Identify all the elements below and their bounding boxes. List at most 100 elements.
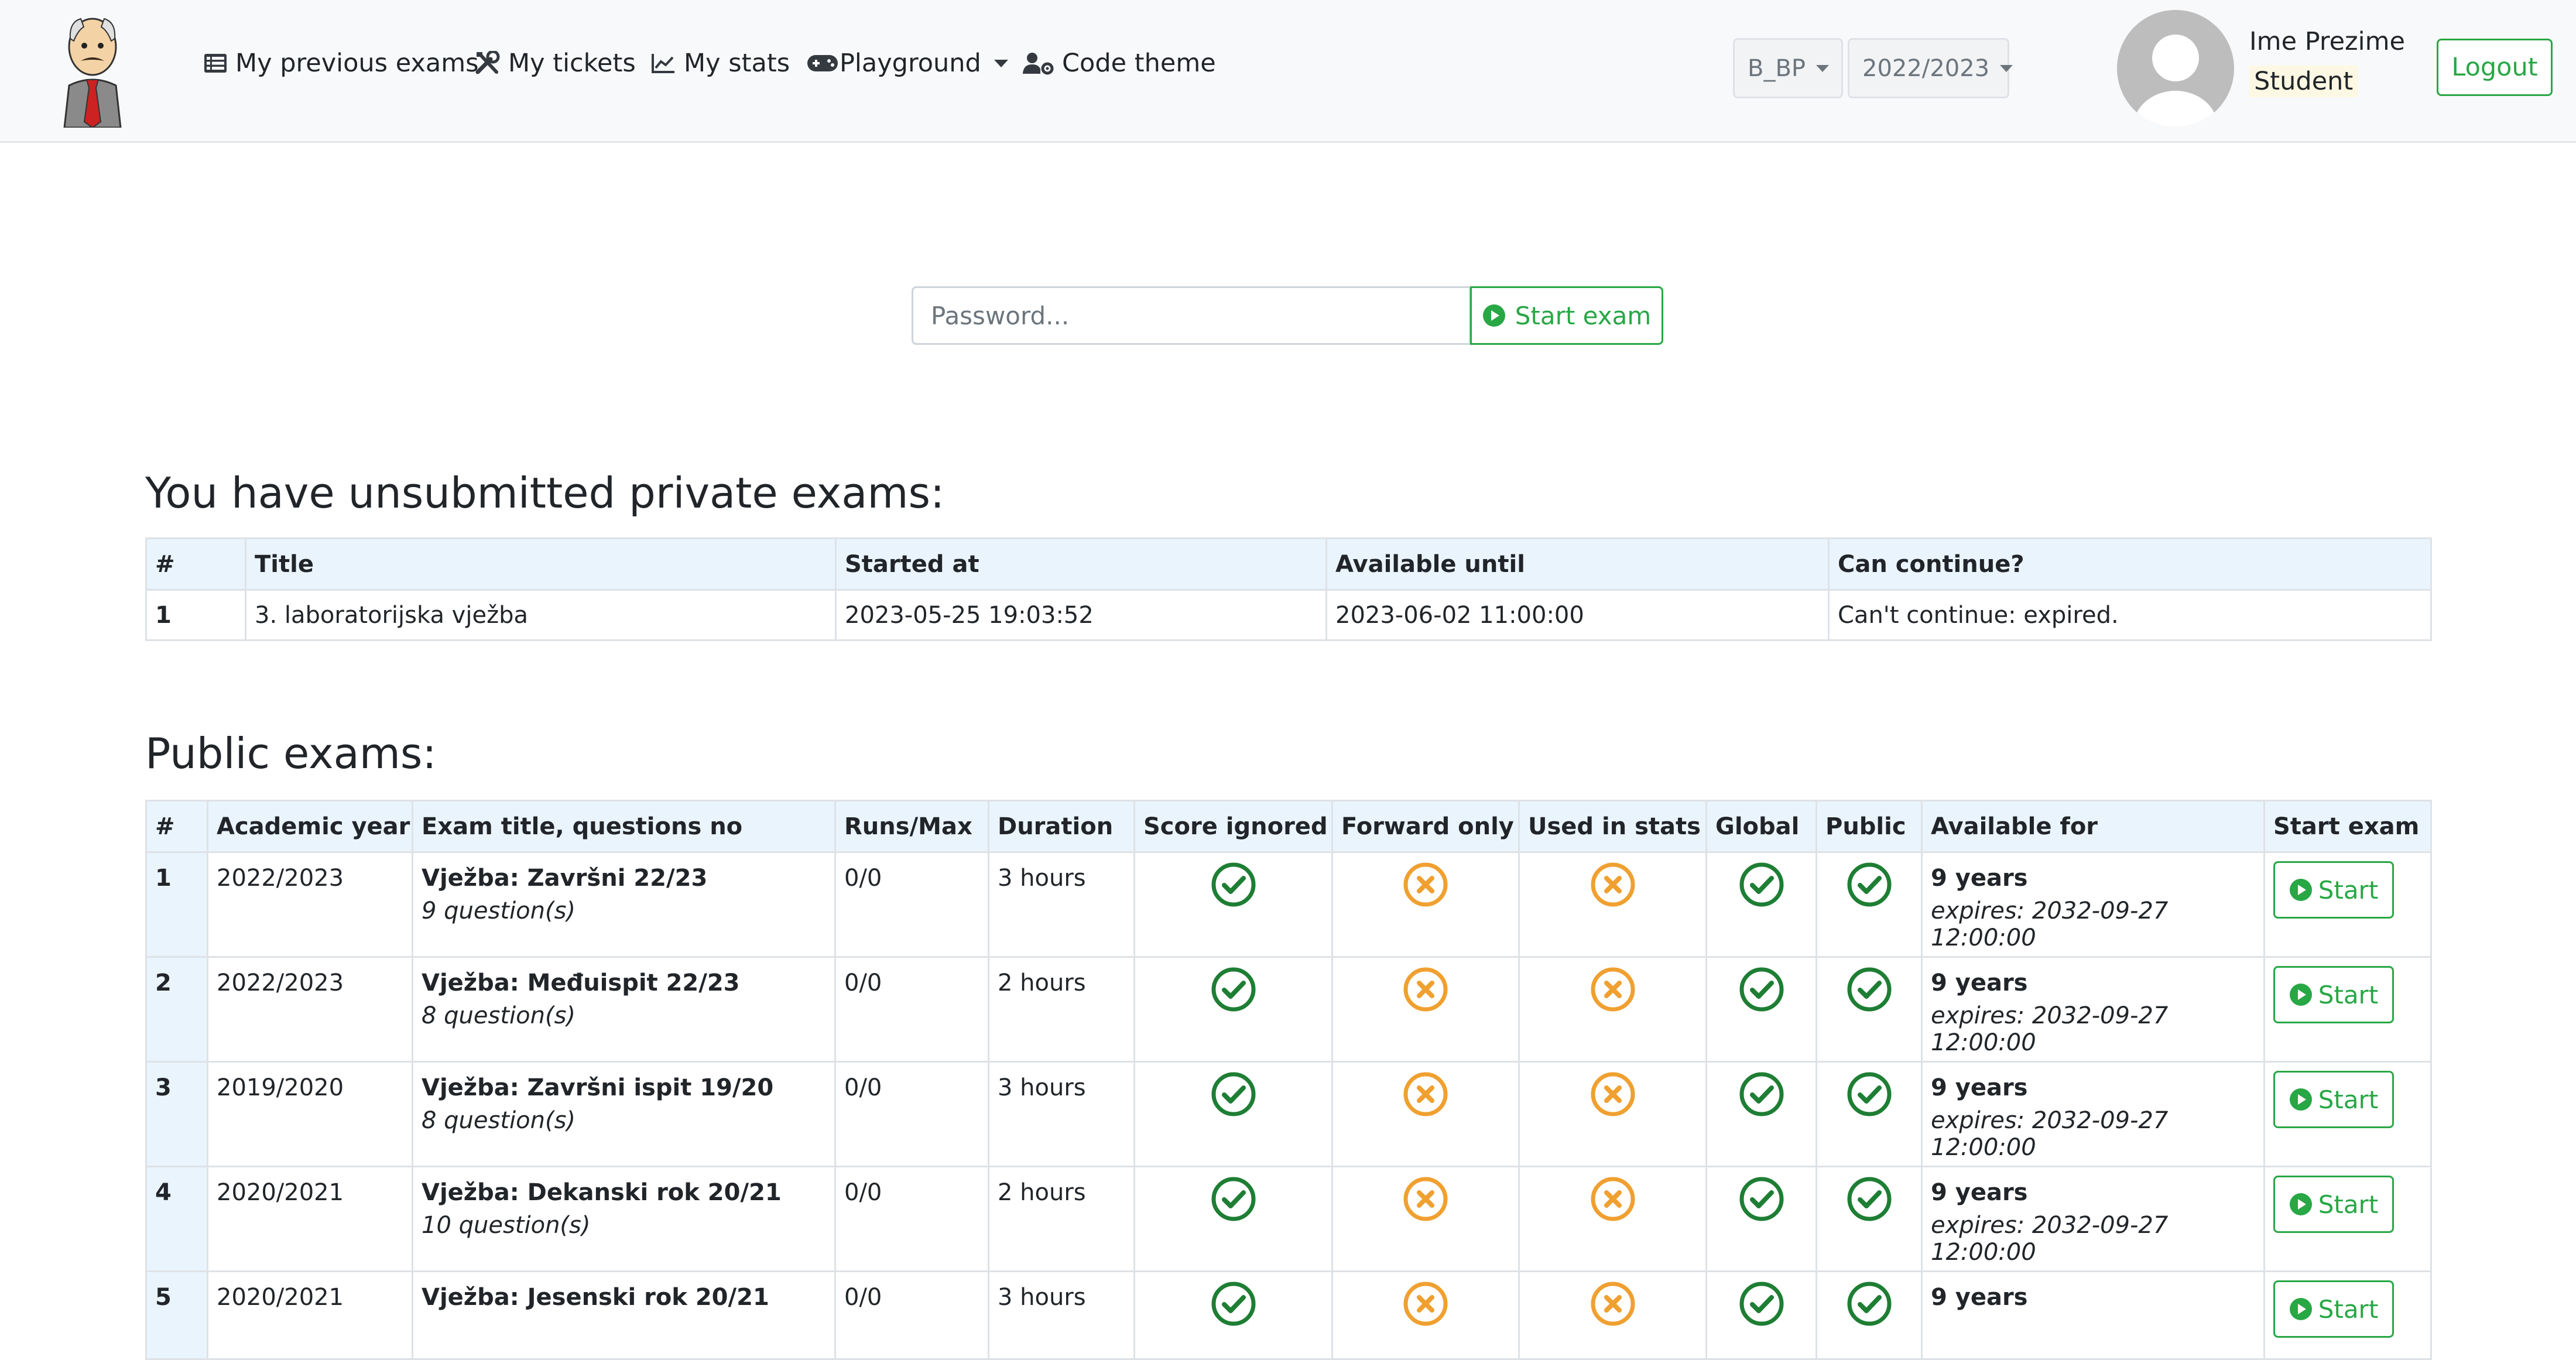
private-exams-title: You have unsubmitted private exams: [145, 468, 945, 518]
question-count: 8 question(s) [422, 1107, 576, 1134]
check-circle-icon [1211, 967, 1255, 1012]
nav-my-tickets-label: My tickets [508, 49, 636, 78]
public-exams-table: # Academic year Exam title, questions no… [145, 800, 2432, 1360]
available-for: 9 years [1921, 1270, 2265, 1360]
exam-title: Vježba: Završni ispit 19/20 [422, 1074, 774, 1101]
nav-my-previous-exams[interactable]: My previous exams [204, 46, 479, 81]
column-header: Available for [1921, 800, 2265, 853]
public-exams-title: Public exams: [145, 729, 437, 778]
start-label: Start [2318, 1294, 2379, 1324]
play-circle-icon [1482, 304, 1505, 327]
score-ignored [1133, 1270, 1333, 1360]
start-button[interactable]: Start [2273, 966, 2394, 1023]
table-header-row: # Title Started at Available until Can c… [145, 537, 2432, 591]
table-row[interactable]: 2 2022/2023 Vježba: Međuispit 22/23 8 quest… [145, 956, 2432, 1063]
column-header: Used in stats [1518, 800, 1707, 853]
score-ignored [1133, 956, 1333, 1063]
column-header: Global [1705, 800, 1817, 853]
tools-icon [475, 51, 500, 74]
start-exam-button[interactable]: Start exam [1470, 286, 1663, 345]
nav-code-theme[interactable]: Code theme [1022, 46, 1216, 81]
table-row[interactable]: 1 3. laboratorijska vježba 2023-05-25 19… [145, 589, 2432, 641]
check-circle-icon [1847, 1282, 1891, 1326]
duration: 3 hours [988, 851, 1135, 958]
check-circle-icon [1211, 1072, 1255, 1116]
global [1705, 1270, 1817, 1360]
year-select[interactable]: 2022/2023 [1848, 38, 2013, 98]
used-in-stats [1518, 1270, 1707, 1360]
score-ignored [1133, 1166, 1333, 1272]
play-circle-icon [2289, 1193, 2312, 1215]
academic-year: 2019/2020 [207, 1061, 413, 1167]
nav-playground-label: Playground [840, 49, 981, 78]
start-label: Start [2318, 980, 2379, 1009]
play-circle-icon [2289, 1088, 2312, 1111]
row-number: 1 [145, 589, 246, 641]
table-header-row: # Academic year Exam title, questions no… [145, 800, 2432, 853]
check-circle-icon [1847, 862, 1891, 907]
start-button[interactable]: Start [2273, 1176, 2394, 1233]
check-circle-icon [1211, 1177, 1255, 1221]
start-button[interactable]: Start [2273, 1071, 2394, 1128]
table-row[interactable]: 5 2020/2021 Vježba: Jesenski rok 20/21 0/0 3… [145, 1270, 2432, 1360]
duration: 2 hours [988, 1166, 1135, 1272]
logout-button[interactable]: Logout [2437, 39, 2553, 96]
row-number: 3 [145, 1061, 208, 1167]
chart-line-icon [652, 54, 674, 73]
expires-at: expires: 2032-09-27 12:00:00 [1931, 897, 2169, 951]
check-circle-icon [1739, 967, 1783, 1012]
year-select-value: 2022/2023 [1862, 54, 1990, 82]
course-select-value: B_BP [1748, 54, 1806, 82]
course-select[interactable]: B_BP [1733, 38, 1843, 98]
table-row[interactable]: 4 2020/2021 Vježba: Dekanski rok 20/21 10 q… [145, 1166, 2432, 1272]
column-header: # [145, 800, 208, 853]
forward-only [1331, 1061, 1520, 1167]
nav-playground-dropdown[interactable]: Playground [807, 46, 1008, 81]
check-circle-icon [1739, 1177, 1783, 1221]
play-circle-icon [2289, 984, 2312, 1006]
gamepad-icon [807, 55, 838, 71]
start-label: Start [2318, 1085, 2379, 1114]
column-header: Runs/Max [834, 800, 989, 853]
avatar[interactable] [2117, 10, 2234, 127]
times-circle-icon [1403, 1072, 1448, 1116]
check-circle-icon [1211, 862, 1255, 907]
available-duration: 9 years [1931, 1179, 2028, 1206]
available-for: 9 years expires: 2032-09-27 12:00:00 [1921, 1166, 2265, 1272]
start-cell: Start [2263, 1166, 2432, 1272]
public [1815, 851, 1923, 958]
question-count: 8 question(s) [422, 1002, 576, 1029]
times-circle-icon [1403, 862, 1448, 907]
check-circle-icon [1211, 1282, 1255, 1326]
column-header: Exam title, questions no [412, 800, 836, 853]
chevron-down-icon [2000, 64, 2013, 72]
forward-only [1331, 1166, 1520, 1272]
start-label: Start [2318, 875, 2379, 905]
table-row[interactable]: 1 2022/2023 Vježba: Završni 22/23 9 questio… [145, 851, 2432, 958]
started-at: 2023-05-25 19:03:52 [835, 589, 1327, 641]
nav-my-tickets[interactable]: My tickets [475, 46, 636, 81]
exam-title-cell: Vježba: Međuispit 22/23 8 question(s) [412, 956, 836, 1063]
score-ignored [1133, 1061, 1333, 1167]
password-input[interactable] [912, 286, 1471, 345]
chevron-down-icon [994, 59, 1008, 67]
table-row[interactable]: 3 2019/2020 Vježba: Završni ispit 19/20 8 q… [145, 1061, 2432, 1167]
check-circle-icon [1847, 1177, 1891, 1221]
public [1815, 1270, 1923, 1360]
nav-code-theme-label: Code theme [1062, 49, 1216, 78]
nav-my-stats[interactable]: My stats [651, 46, 790, 81]
start-button[interactable]: Start [2273, 1280, 2394, 1338]
can-continue: Can't continue: expired. [1828, 589, 2432, 641]
times-circle-icon [1591, 1072, 1635, 1116]
exam-title: Vježba: Završni 22/23 [422, 865, 708, 892]
expires-at: expires: 2032-09-27 12:00:00 [1931, 1002, 2169, 1056]
start-exam-label: Start exam [1515, 301, 1652, 330]
start-button[interactable]: Start [2273, 861, 2394, 919]
exam-title-cell: Vježba: Jesenski rok 20/21 [412, 1270, 836, 1360]
play-circle-icon [2289, 1298, 2312, 1320]
check-circle-icon [1739, 1282, 1783, 1326]
academic-year: 2020/2021 [207, 1270, 413, 1360]
duration: 3 hours [988, 1061, 1135, 1167]
check-circle-icon [1847, 967, 1891, 1012]
professor-logo-icon[interactable] [52, 11, 133, 128]
